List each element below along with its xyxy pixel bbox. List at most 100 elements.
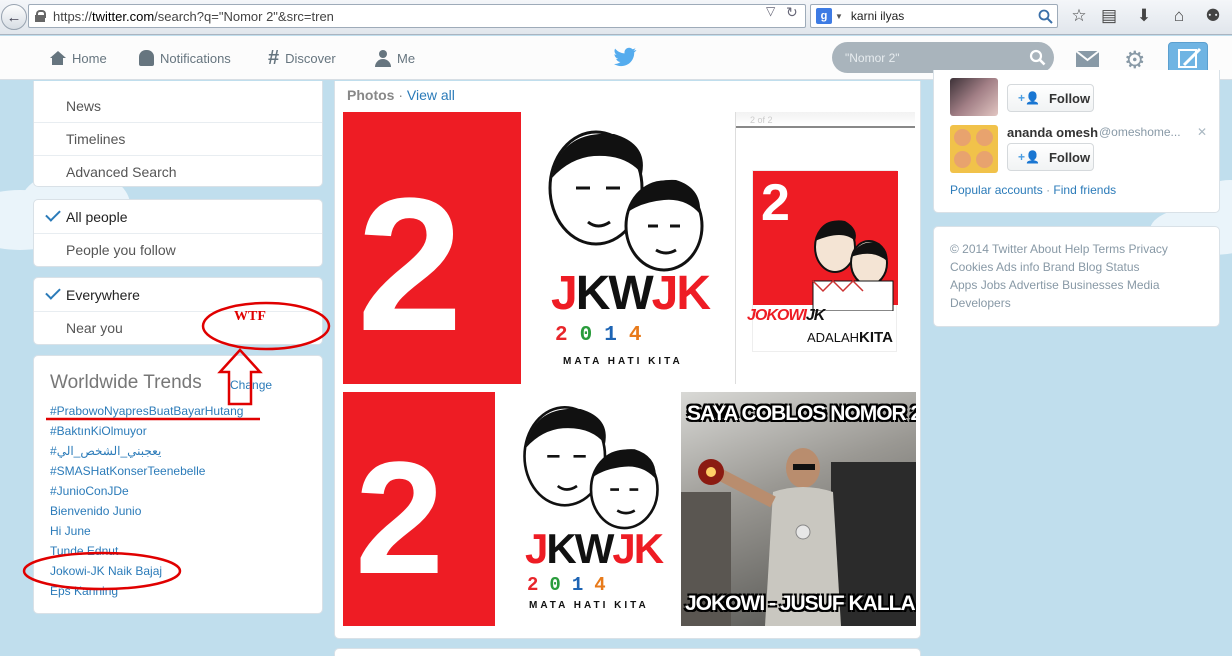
find-friends-link[interactable]: Find friends <box>1053 183 1116 197</box>
browser-search-box[interactable]: g ▼ karni ilyas <box>810 4 1058 28</box>
view-all-link[interactable]: View all <box>407 87 455 103</box>
photo-tile-logo-2[interactable]: JKWJK 2014 MATA HATI KITA <box>495 392 677 626</box>
magnifier-icon[interactable] <box>1038 9 1053 24</box>
menu-item-timelines[interactable]: Timelines <box>34 122 322 155</box>
filter-all-people[interactable]: All people <box>34 200 322 233</box>
twitter-search-input[interactable]: "Nomor 2" <box>832 42 1054 73</box>
add-person-icon: +👤 <box>1018 150 1040 164</box>
photo-tile-red-two-2[interactable]: 2 <box>343 392 495 626</box>
poster-image: 2 JOKOWIJK ADALAHKITA <box>747 170 898 352</box>
footer-line: Apps Jobs Advertise Businesses Media <box>950 278 1160 292</box>
suggestion-name[interactable]: ananda omesh <box>1007 125 1098 140</box>
footer-link-cookies[interactable]: Cookies <box>950 260 993 274</box>
filter-label: Everywhere <box>66 286 140 303</box>
kita-word: KITA <box>859 329 893 346</box>
wtf-annotation: WTF <box>234 309 266 324</box>
menu-item-label: Advanced Search <box>66 164 177 180</box>
envelope-icon[interactable] <box>1076 51 1099 67</box>
logo-kw: KW <box>546 525 614 572</box>
twitter-bird-icon[interactable] <box>613 47 637 67</box>
footer-link-privacy[interactable]: Privacy <box>1129 242 1168 256</box>
gallery-header: 2 of 2 <box>736 112 915 128</box>
people-filter-panel: All people People you follow <box>33 199 323 267</box>
add-person-icon: +👤 <box>1018 91 1040 105</box>
nav-home[interactable]: Home <box>49 36 107 80</box>
search-icon[interactable] <box>1029 49 1046 66</box>
follow-button[interactable]: +👤 Follow <box>1007 143 1094 171</box>
footer-link-about[interactable]: About <box>1030 242 1061 256</box>
engine-dropdown-icon[interactable]: ▼ <box>835 12 843 21</box>
footer-link-businesses[interactable]: Businesses <box>1062 278 1123 292</box>
trend-item[interactable]: #PrabowoNyapresBuatBayarHutang <box>50 404 243 418</box>
address-bar[interactable]: https://twitter.com/search?q="Nomor 2"&s… <box>28 4 806 28</box>
photo-tile-red-two[interactable]: 2 <box>343 112 521 384</box>
trend-item[interactable]: Hi June <box>50 524 91 538</box>
footer-link-jobs[interactable]: Jobs <box>981 278 1006 292</box>
adalah-word: ADALAH <box>807 330 860 345</box>
trends-change-link[interactable]: Change <box>230 378 272 392</box>
menu-item-news[interactable]: News <box>34 89 322 122</box>
footer-link-media[interactable]: Media <box>1127 278 1160 292</box>
footer-link-ads-info[interactable]: Ads info <box>996 260 1039 274</box>
page-indicator: 2 of 2 <box>750 115 773 125</box>
who-to-follow-panel: +👤 Follow ananda omesh @omeshome... ✕ +👤 F… <box>933 70 1220 213</box>
trend-item[interactable]: #BaktınKiOlmuyor <box>50 424 147 438</box>
slogan-text: MATA HATI KITA <box>563 356 683 367</box>
follow-label: Follow <box>1048 149 1091 165</box>
avatar[interactable] <box>950 78 998 116</box>
follow-button[interactable]: +👤 Follow <box>1007 84 1094 112</box>
footer-link-help[interactable]: Help <box>1065 242 1090 256</box>
jkwjk-logo: JKWJK <box>551 267 711 320</box>
menu-item-advanced-search[interactable]: Advanced Search <box>34 155 322 186</box>
avatar[interactable] <box>950 125 998 173</box>
nav-discover[interactable]: # Discover <box>268 36 336 80</box>
trend-item[interactable]: Bienvenido Junio <box>50 504 141 518</box>
history-dropdown-icon[interactable]: ▽ <box>766 4 775 18</box>
suggestion-handle: @omeshome... <box>1099 125 1181 139</box>
nav-notifications[interactable]: Notifications <box>139 36 231 80</box>
nav-me[interactable]: Me <box>375 36 415 80</box>
trend-item[interactable]: Tunde Ednut <box>50 544 118 558</box>
meme-top-caption: SAYA COBLOS NOMOR 2 <box>687 402 916 425</box>
footer-line: Cookies Ads info Brand Blog Status <box>950 260 1140 274</box>
nav-me-label: Me <box>397 50 416 66</box>
nav-notifications-label: Notifications <box>160 50 231 66</box>
trend-item[interactable]: #SMASHatKonserTeenebelle <box>50 464 205 478</box>
back-button[interactable]: ← <box>1 4 27 30</box>
footer-link-blog[interactable]: Blog <box>1078 260 1102 274</box>
photo-tile-logo[interactable]: JKWJK 2014 MATA HATI KITA <box>521 112 731 384</box>
trend-item[interactable]: #JunioConJDe <box>50 484 129 498</box>
filter-near-you[interactable]: Near you <box>34 311 322 344</box>
addon-icon[interactable]: ⚉ <box>1202 5 1224 27</box>
photo-tile-meme[interactable]: SAYA COBLOS NOMOR 2 JOKOWI - JUSUF KALLA <box>681 392 916 626</box>
photos-panel: Photos · View all 2 JKWJK 2014 MATA HATI… <box>334 81 921 639</box>
footer-link-brand[interactable]: Brand <box>1043 260 1075 274</box>
google-engine-icon[interactable]: g <box>816 8 832 24</box>
bookmark-star-icon[interactable]: ☆ <box>1068 5 1090 27</box>
footer-link-status[interactable]: Status <box>1105 260 1139 274</box>
logo-j: J <box>551 267 578 320</box>
clipboard-icon[interactable]: ▤ <box>1098 5 1120 27</box>
footer-link-terms[interactable]: Terms <box>1093 242 1126 256</box>
home-icon[interactable]: ⌂ <box>1168 5 1190 27</box>
filter-people-you-follow[interactable]: People you follow <box>34 233 322 266</box>
trend-item[interactable]: Eps Kanning <box>50 584 118 598</box>
photo-tile-poster[interactable]: 2 of 2 2 JOKOWIJK ADALAHKITA <box>735 112 915 384</box>
trends-panel: Worldwide Trends Change #PrabowoNyapresB… <box>33 355 323 614</box>
back-arrow-icon: ← <box>6 8 22 26</box>
footer-link-developers[interactable]: Developers <box>950 296 1011 310</box>
footer-link-advertise[interactable]: Advertise <box>1009 278 1059 292</box>
trend-item[interactable]: #يعجبني_الشخص_الي <box>50 444 161 458</box>
jkwjk-logo: JKWJK <box>525 525 664 572</box>
portraits-illustration <box>548 130 704 272</box>
footer-link-apps[interactable]: Apps <box>950 278 977 292</box>
filter-everywhere[interactable]: Everywhere <box>34 278 322 311</box>
popular-accounts-link[interactable]: Popular accounts <box>950 183 1043 197</box>
dismiss-icon[interactable]: ✕ <box>1197 125 1207 139</box>
reload-icon[interactable]: ↻ <box>786 4 798 21</box>
menu-item-label: Timelines <box>66 131 126 147</box>
download-icon[interactable]: ⬇ <box>1133 5 1155 27</box>
lock-icon <box>35 10 46 22</box>
trend-item[interactable]: Jokowi-JK Naik Bajaj <box>50 564 162 578</box>
logo-jk: JK <box>651 267 711 320</box>
